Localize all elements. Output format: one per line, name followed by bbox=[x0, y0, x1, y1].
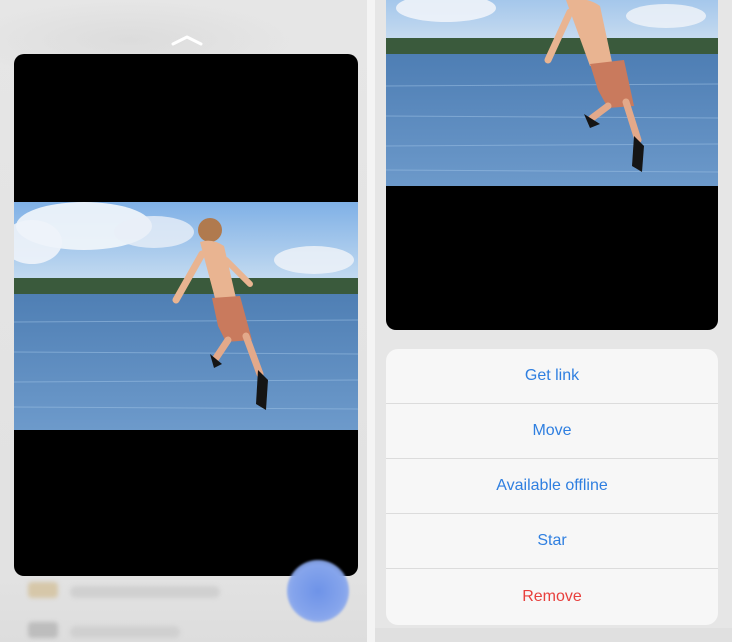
add-fab-button bbox=[287, 560, 349, 622]
peek-preview-screen bbox=[0, 0, 367, 642]
screenshot-stage: Get link Move Available offline Star Rem… bbox=[0, 0, 732, 642]
remove-button[interactable]: Remove bbox=[386, 569, 718, 624]
image-preview-card[interactable] bbox=[386, 0, 718, 330]
blurred-row bbox=[70, 626, 180, 638]
panel-divider bbox=[367, 0, 375, 642]
blurred-thumbnail bbox=[28, 622, 58, 638]
image-preview-card[interactable] bbox=[14, 54, 358, 576]
star-button[interactable]: Star bbox=[386, 514, 718, 569]
get-link-button[interactable]: Get link bbox=[386, 349, 718, 404]
blurred-thumbnail bbox=[28, 582, 58, 598]
move-button[interactable]: Move bbox=[386, 404, 718, 459]
preview-photo bbox=[14, 202, 358, 430]
action-sheet: Get link Move Available offline Star Rem… bbox=[386, 349, 718, 625]
peek-actions-screen: Get link Move Available offline Star Rem… bbox=[375, 0, 732, 642]
preview-photo bbox=[386, 0, 718, 186]
blurred-row bbox=[70, 586, 220, 598]
blurred-file-list bbox=[375, 628, 732, 642]
chevron-up-icon[interactable] bbox=[170, 33, 204, 47]
available-offline-button[interactable]: Available offline bbox=[386, 459, 718, 514]
